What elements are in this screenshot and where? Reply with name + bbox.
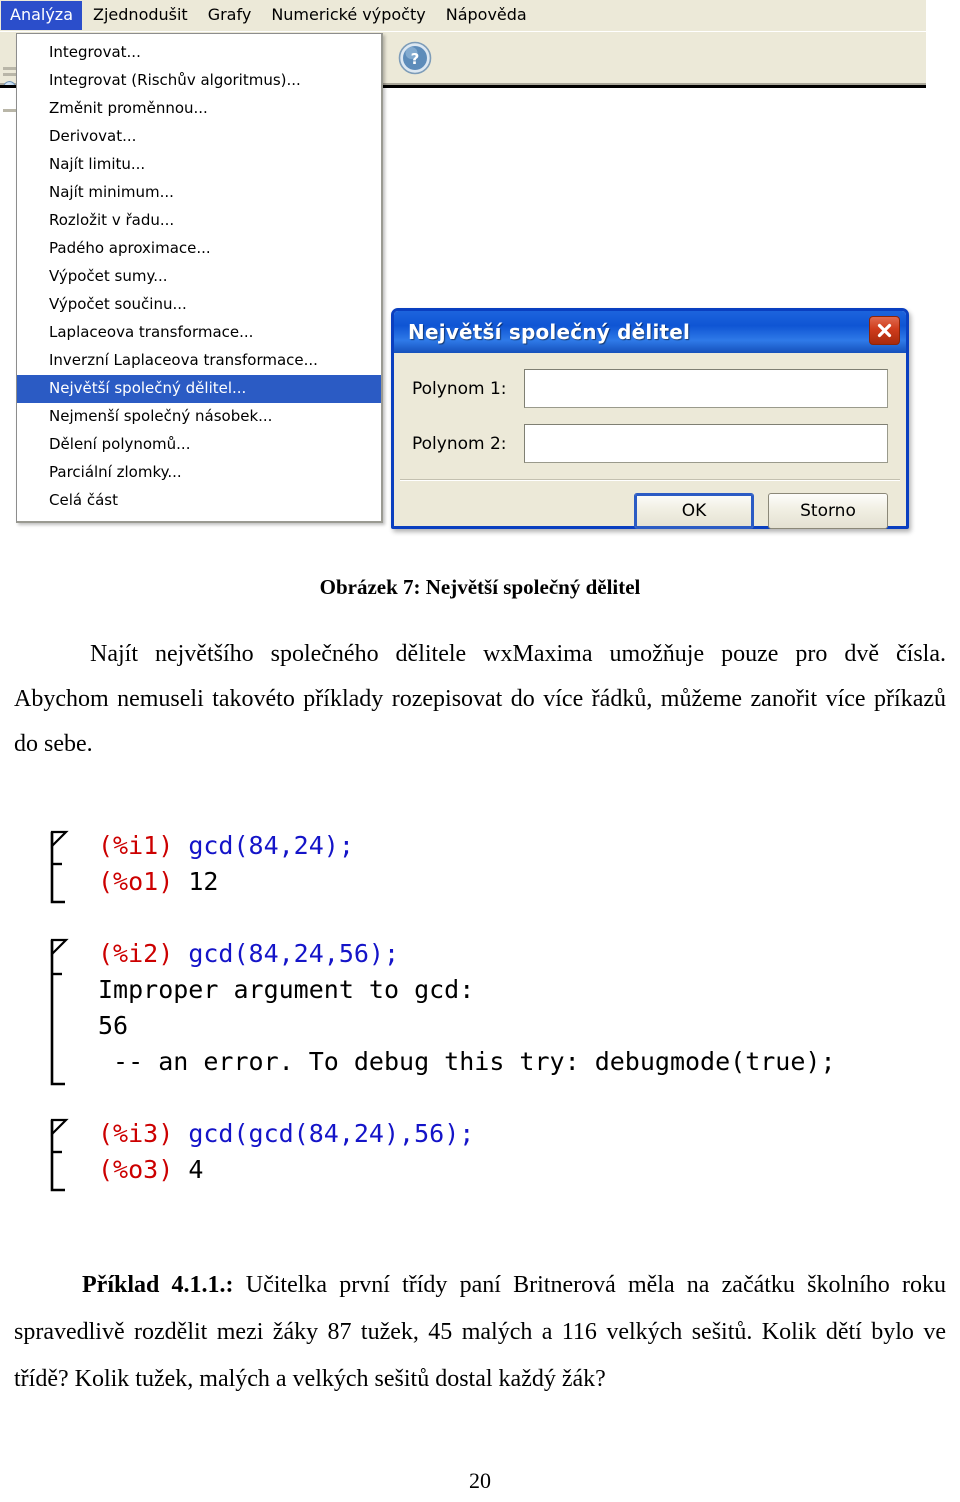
cell-bracket-icon[interactable] <box>50 938 70 1086</box>
menu-item-integrovat-risch[interactable]: Integrovat (Rischův algoritmus)... <box>17 67 381 95</box>
menu-item-padeho-aproximace[interactable]: Padého aproximace... <box>17 235 381 263</box>
polynom-2-label: Polynom 2: <box>412 433 507 454</box>
menu-item-vypocet-soucinu[interactable]: Výpočet součinu... <box>17 291 381 319</box>
output-prompt: (%o3) <box>98 1155 174 1184</box>
maxima-console-output: (%i1) gcd(84,24); (%o1) 12 (%i2) gcd(84,… <box>46 828 936 1224</box>
page-number: 20 <box>469 1468 491 1493</box>
polynom-1-input[interactable] <box>524 369 888 408</box>
console-cell: (%i2) gcd(84,24,56); Improper argument t… <box>46 936 936 1086</box>
close-x-icon[interactable] <box>869 316 900 345</box>
menu-analyza[interactable]: Analýza <box>1 1 83 30</box>
svg-text:?: ? <box>411 50 420 68</box>
input-prompt: (%i1) <box>98 831 174 860</box>
menu-item-zmenit-promennou[interactable]: Změnit proměnnou... <box>17 95 381 123</box>
menu-item-vypocet-sumy[interactable]: Výpočet sumy... <box>17 263 381 291</box>
menu-item-parcialni-zlomky[interactable]: Parciální zlomky... <box>17 459 381 487</box>
output-value: 12 <box>173 867 219 896</box>
menu-numericke-vypocty[interactable]: Numerické výpočty <box>262 1 434 30</box>
paragraph-example: Příklad 4.1.1.: Učitelka první třídy pan… <box>14 1262 946 1403</box>
dialog-title: Největší společný dělitel <box>408 320 691 344</box>
output-prompt: (%o1) <box>98 867 174 896</box>
input-expression: gcd(gcd(84,24),56); <box>173 1119 475 1148</box>
menu-item-najit-limitu[interactable]: Najít limitu... <box>17 151 381 179</box>
toolbar-stub-line <box>3 109 16 112</box>
menu-item-deleni-polynomu[interactable]: Dělení polynomů... <box>17 431 381 459</box>
figure-caption: Obrázek 7: Největší společný dělitel <box>319 575 641 599</box>
console-output-line: (%o3) 4 <box>98 1152 936 1188</box>
console-input-line: (%i1) gcd(84,24); <box>98 828 936 864</box>
cell-bracket-icon[interactable] <box>50 1118 70 1192</box>
input-expression: gcd(84,24); <box>173 831 354 860</box>
cell-bracket-icon[interactable] <box>50 830 70 904</box>
paragraph-intro: Najít největšího společného dělitele wxM… <box>14 641 946 757</box>
toolbar-stub-line <box>3 73 16 76</box>
menu-bar: Analýza Zjednodušit Grafy Numerické výpo… <box>0 0 926 31</box>
console-output-line: (%o1) 12 <box>98 864 936 900</box>
dialog-body: Polynom 1: Polynom 2: <box>394 353 906 463</box>
output-value: 4 <box>173 1155 204 1184</box>
menu-zjednodusit[interactable]: Zjednodušit <box>84 1 197 30</box>
polynom-1-label: Polynom 1: <box>412 378 507 399</box>
input-prompt: (%i3) <box>98 1119 174 1148</box>
menu-item-rozlozit-v-radu[interactable]: Rozložit v řadu... <box>17 207 381 235</box>
input-expression: gcd(84,24,56); <box>173 939 400 968</box>
menu-item-nejvetsi-spolecny-delitel[interactable]: Největší společný dělitel... <box>17 375 381 403</box>
menu-item-cela-cast[interactable]: Celá část <box>17 487 381 515</box>
example-label: Příklad 4.1.1.: <box>82 1272 234 1298</box>
console-error-line: Improper argument to gcd: <box>98 975 475 1004</box>
menu-item-laplaceova-transformace[interactable]: Laplaceova transformace... <box>17 319 381 347</box>
menu-item-inverzni-laplaceova-transformace[interactable]: Inverzní Laplaceova transformace... <box>17 347 381 375</box>
menu-grafy[interactable]: Grafy <box>199 1 261 30</box>
input-prompt: (%i2) <box>98 939 174 968</box>
polynom-1-row: Polynom 1: <box>412 369 888 408</box>
gcd-dialog: Největší společný dělitel Polynom 1: Pol… <box>391 308 909 529</box>
menu-item-integrovat[interactable]: Integrovat... <box>17 39 381 67</box>
dialog-button-row: OK Storno <box>394 481 906 529</box>
dialog-title-bar: Největší společný dělitel <box>394 311 906 353</box>
console-cell: (%i3) gcd(gcd(84,24),56); (%o3) 4 <box>46 1116 936 1192</box>
menu-napoveda[interactable]: Nápověda <box>437 1 536 30</box>
ok-button[interactable]: OK <box>634 493 754 529</box>
console-input-line: (%i3) gcd(gcd(84,24),56); <box>98 1116 936 1152</box>
menu-item-nejmensi-spolecny-nasobek[interactable]: Nejmenší společný násobek... <box>17 403 381 431</box>
polynom-2-row: Polynom 2: <box>412 424 888 463</box>
console-input-line: (%i2) gcd(84,24,56); <box>98 936 936 972</box>
console-error-line: 56 <box>98 1011 129 1040</box>
analyza-dropdown-menu: Integrovat... Integrovat (Rischův algori… <box>16 33 383 523</box>
console-cell: (%i1) gcd(84,24); (%o1) 12 <box>46 828 936 904</box>
menu-item-najit-minimum[interactable]: Najít minimum... <box>17 179 381 207</box>
menu-item-derivovat[interactable]: Derivovat... <box>17 123 381 151</box>
cancel-button[interactable]: Storno <box>768 493 888 529</box>
help-question-icon[interactable]: ? <box>398 41 432 75</box>
toolbar-stub-line <box>3 67 16 70</box>
console-error-line: -- an error. To debug this try: debugmod… <box>98 1047 836 1076</box>
polynom-2-input[interactable] <box>524 424 888 463</box>
